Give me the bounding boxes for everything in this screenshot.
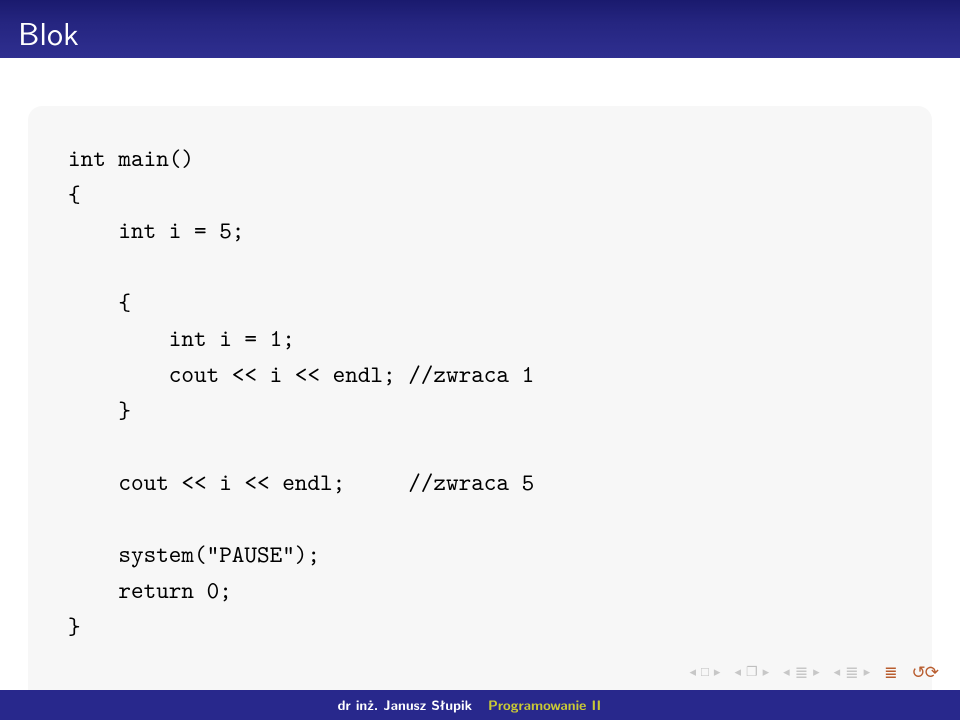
code-line: } <box>68 392 892 428</box>
code-line: cout << i << endl; //zwraca 1 <box>68 356 892 392</box>
code-line <box>68 500 892 536</box>
footer-author: dr inż. Janusz Słupik <box>0 695 480 715</box>
nav-next-icon: ▸ <box>864 662 871 681</box>
code-line: { <box>68 284 892 320</box>
nav-section-group[interactable]: ◂ ≣ ▸ <box>783 660 819 683</box>
nav-prev-icon: ◂ <box>783 662 790 681</box>
nav-frame-icon: □ <box>701 662 709 681</box>
nav-doc-group[interactable]: ◂ ≣ ▸ <box>834 660 870 683</box>
nav-subsection-group[interactable]: ◂ ❐ ▸ <box>734 662 769 681</box>
nav-next-icon: ▸ <box>763 662 770 681</box>
nav-doc-icon: ≣ <box>845 660 858 683</box>
beamer-nav: ◂ □ ▸ ◂ ❐ ▸ ◂ ≣ ▸ ◂ ≣ ▸ ≣ ↺⟳ <box>690 659 938 684</box>
code-line: return 0; <box>68 572 892 608</box>
code-line: int main() <box>68 140 892 176</box>
code-line <box>68 428 892 464</box>
slide-header: Blok <box>0 0 960 58</box>
nav-first-group[interactable]: ◂ □ ▸ <box>690 662 721 681</box>
nav-prev-icon: ◂ <box>734 662 741 681</box>
footer-title: Programowanie II <box>480 695 960 715</box>
nav-prev-icon: ◂ <box>834 662 841 681</box>
nav-loop-icon[interactable]: ↺⟳ <box>912 659 939 684</box>
code-line <box>68 248 892 284</box>
code-line: system("PAUSE"); <box>68 536 892 572</box>
slide-footer: dr inż. Janusz Słupik Programowanie II <box>0 690 960 720</box>
code-line: int i = 1; <box>68 320 892 356</box>
slide-title: Blok <box>18 8 942 55</box>
nav-presentation-icon[interactable]: ≣ <box>884 660 897 683</box>
code-line: cout << i << endl; //zwraca 5 <box>68 464 892 500</box>
nav-next-icon: ▸ <box>813 662 820 681</box>
code-line: int i = 5; <box>68 212 892 248</box>
nav-next-icon: ▸ <box>714 662 721 681</box>
code-line: { <box>68 176 892 212</box>
code-panel: int main() { int i = 5; { int i = 1; cou… <box>28 106 932 706</box>
nav-section-icon: ≣ <box>795 660 808 683</box>
code-line: } <box>68 608 892 644</box>
nav-subsection-icon: ❐ <box>746 662 758 681</box>
nav-prev-icon: ◂ <box>690 662 697 681</box>
